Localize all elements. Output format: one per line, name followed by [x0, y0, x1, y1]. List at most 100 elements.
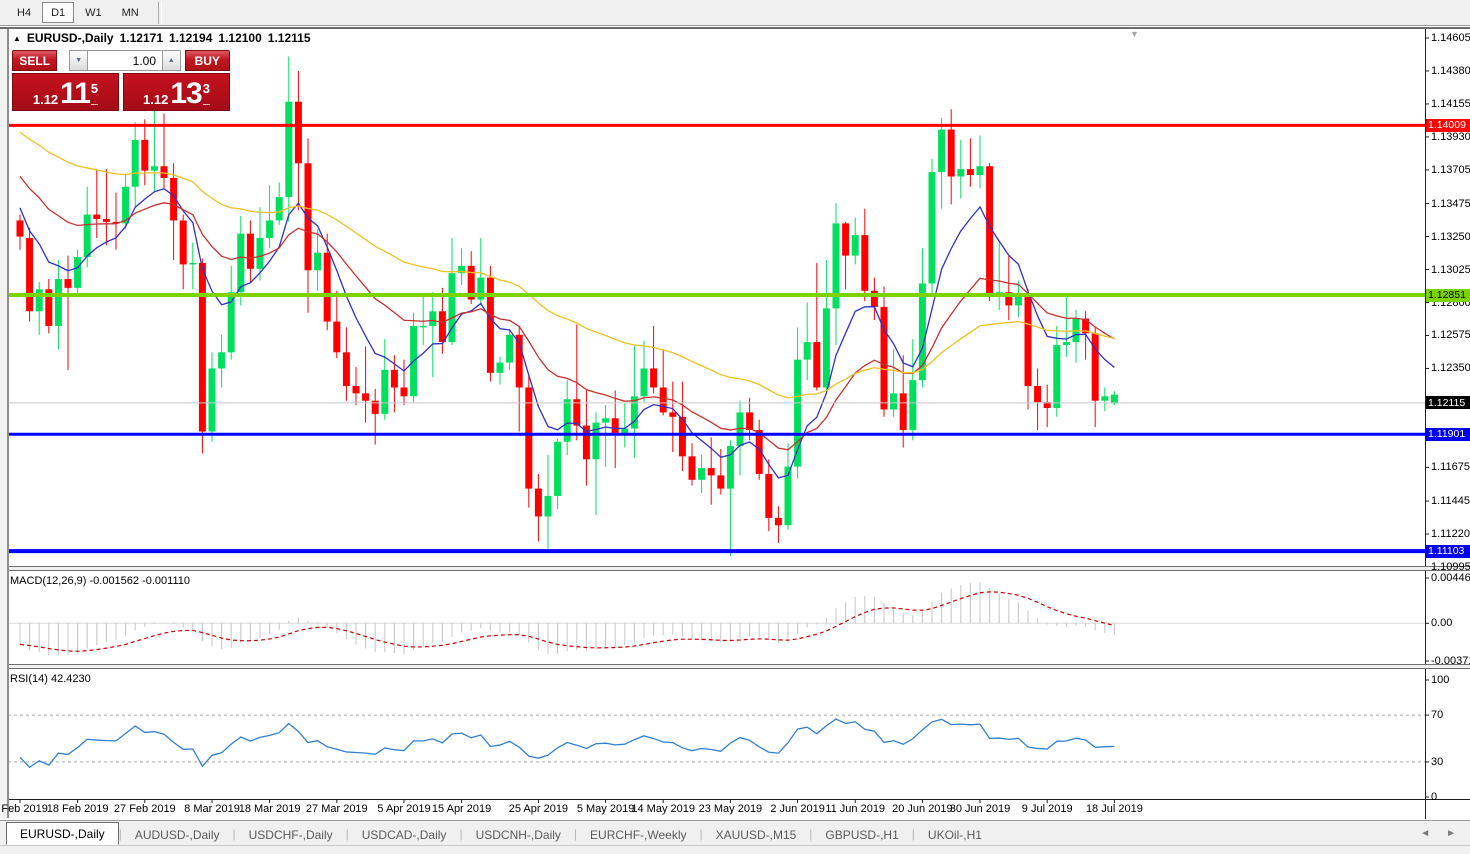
rsi-indicator-name: RSI(14)	[10, 673, 48, 685]
buy-button[interactable]: BUY	[185, 50, 230, 71]
candle-body	[381, 370, 388, 414]
price-axis-border	[1425, 29, 1426, 819]
sell-price-button[interactable]: 1.12 11 5	[12, 73, 119, 111]
chart-tab-gbpusd-h1[interactable]: GBPUSD-,H1	[812, 824, 911, 845]
candle-body	[391, 370, 398, 388]
candle-body	[401, 387, 408, 396]
chart-tab-eurusd-daily[interactable]: EURUSD-,Daily	[6, 822, 119, 845]
chart-tab-usdcad-daily[interactable]: USDCAD-,Daily	[349, 824, 460, 845]
time-axis-label: 27 Mar 2019	[302, 803, 372, 815]
time-axis-label: 30 Jun 2019	[945, 803, 1015, 815]
price-line-label-1.12851: 1.12851	[1426, 289, 1470, 302]
candle-body	[180, 220, 187, 264]
candle-body	[593, 423, 600, 460]
price-axis-label: 1.13475	[1431, 198, 1470, 210]
candle-body	[497, 363, 504, 373]
candle-body	[909, 380, 916, 430]
price-axis-label: 1.13025	[1431, 264, 1470, 276]
price-axis-label: 1.14380	[1431, 65, 1470, 77]
buy-price-button[interactable]: 1.12 13 3	[123, 73, 230, 111]
chart-low-value: 1.12100	[218, 31, 261, 45]
candle-body	[823, 308, 830, 387]
chart-shift-marker-icon[interactable]: ▼	[1130, 29, 1139, 39]
candle-body	[545, 496, 552, 517]
macd-axis-label: 0.00	[1431, 617, 1452, 629]
chart-window-left-border	[0, 29, 9, 818]
time-axis-label: 18 Feb 2019	[43, 803, 113, 815]
candle-body	[938, 130, 945, 172]
sell-price-pips: 11	[60, 81, 90, 107]
time-axis-label: 18 Jul 2019	[1079, 803, 1149, 815]
tabs-scroll-right-icon[interactable]: ►	[1446, 828, 1456, 839]
rsi-line	[20, 719, 1114, 767]
chart-tab-usdcnh-daily[interactable]: USDCNH-,Daily	[463, 824, 574, 845]
candle-body	[161, 166, 168, 178]
candle-body	[65, 279, 72, 288]
volume-increase-button[interactable]: ▲	[162, 50, 181, 71]
price-axis-label: 1.14155	[1431, 98, 1470, 110]
candle-body	[967, 169, 974, 175]
buy-price-point: 3	[203, 74, 210, 105]
price-axis-label: 1.13930	[1431, 131, 1470, 143]
time-axis-label: 9 Jul 2019	[1012, 803, 1082, 815]
price-axis-label: 1.11675	[1431, 461, 1470, 473]
candle-body	[948, 130, 955, 177]
volume-decrease-button[interactable]: ▼	[69, 50, 88, 71]
chart-canvas[interactable]	[0, 0, 1470, 853]
candle-body	[775, 518, 782, 525]
chart-tab-xauusd-m15[interactable]: XAUUSD-,M15	[703, 824, 810, 845]
chart-tab-bar: EURUSD-,Daily|AUDUSD-,Daily|USDCHF-,Dail…	[0, 820, 1470, 845]
chart-open-value: 1.12171	[120, 31, 163, 45]
chart-tab-audusd-daily[interactable]: AUDUSD-,Daily	[122, 824, 233, 845]
candle-body	[285, 102, 292, 197]
macd-indicator-values: -0.001562 -0.001110	[89, 575, 190, 587]
chart-tab-usdchf-daily[interactable]: USDCHF-,Daily	[236, 824, 346, 845]
price-axis-label: 1.14605	[1431, 32, 1470, 44]
candle-body	[439, 311, 446, 342]
candle-body	[1025, 295, 1032, 386]
candle-body	[804, 342, 811, 360]
candle-body	[506, 335, 513, 363]
pane-splitter-price-macd[interactable]	[0, 566, 1470, 571]
candle-body	[1063, 342, 1070, 345]
candle-body	[189, 263, 196, 264]
candle-body	[689, 456, 696, 479]
candle-body	[17, 220, 24, 236]
price-axis-label: 1.12575	[1431, 329, 1470, 341]
spinner-up-icon: ▲	[168, 57, 175, 64]
time-axis-label: 18 Mar 2019	[235, 803, 305, 815]
time-axis-label: 15 Apr 2019	[427, 803, 497, 815]
candle-body	[199, 263, 206, 432]
chart-tab-eurchf-weekly[interactable]: EURCHF-,Weekly	[577, 824, 699, 845]
rsi-axis-label: 100	[1431, 674, 1449, 686]
candle-body	[237, 234, 244, 293]
price-line-label-1.12115: 1.12115	[1426, 396, 1470, 409]
candle-body	[813, 342, 820, 387]
candle-body	[1092, 333, 1099, 400]
volume-input[interactable]	[88, 50, 162, 71]
candle-body	[535, 489, 542, 517]
candle-body	[93, 215, 100, 219]
one-click-trading-panel: SELL ▼ ▲ BUY 1.12 11 5 1.12 13 3	[12, 50, 230, 111]
chart-tab-ukoil-h1[interactable]: UKOil-,H1	[915, 824, 995, 845]
pane-splitter-macd-rsi[interactable]	[0, 664, 1470, 669]
one-click-collapse-icon[interactable]: ▲	[13, 34, 21, 43]
price-line-label-1.14009: 1.14009	[1426, 119, 1470, 132]
chart-high-value: 1.12194	[169, 31, 212, 45]
candle-body	[353, 386, 360, 393]
candle-body	[602, 418, 609, 422]
candle-body	[420, 326, 427, 327]
rsi-axis-label: 70	[1431, 709, 1443, 721]
candle-body	[276, 197, 283, 220]
sell-button[interactable]: SELL	[12, 50, 57, 71]
candle-body	[900, 393, 907, 430]
candle-body	[861, 235, 868, 291]
candle-body	[487, 278, 494, 373]
macd-pane-label: MACD(12,26,9) -0.001562 -0.001110	[10, 575, 190, 587]
tabs-scroll-left-icon[interactable]: ◄	[1420, 828, 1430, 839]
candle-body	[305, 163, 312, 270]
buy-price-prefix: 1.12	[143, 92, 168, 107]
candle-body	[266, 220, 273, 238]
candle-body	[698, 468, 705, 480]
rsi-indicator-value: 42.4230	[51, 673, 91, 685]
